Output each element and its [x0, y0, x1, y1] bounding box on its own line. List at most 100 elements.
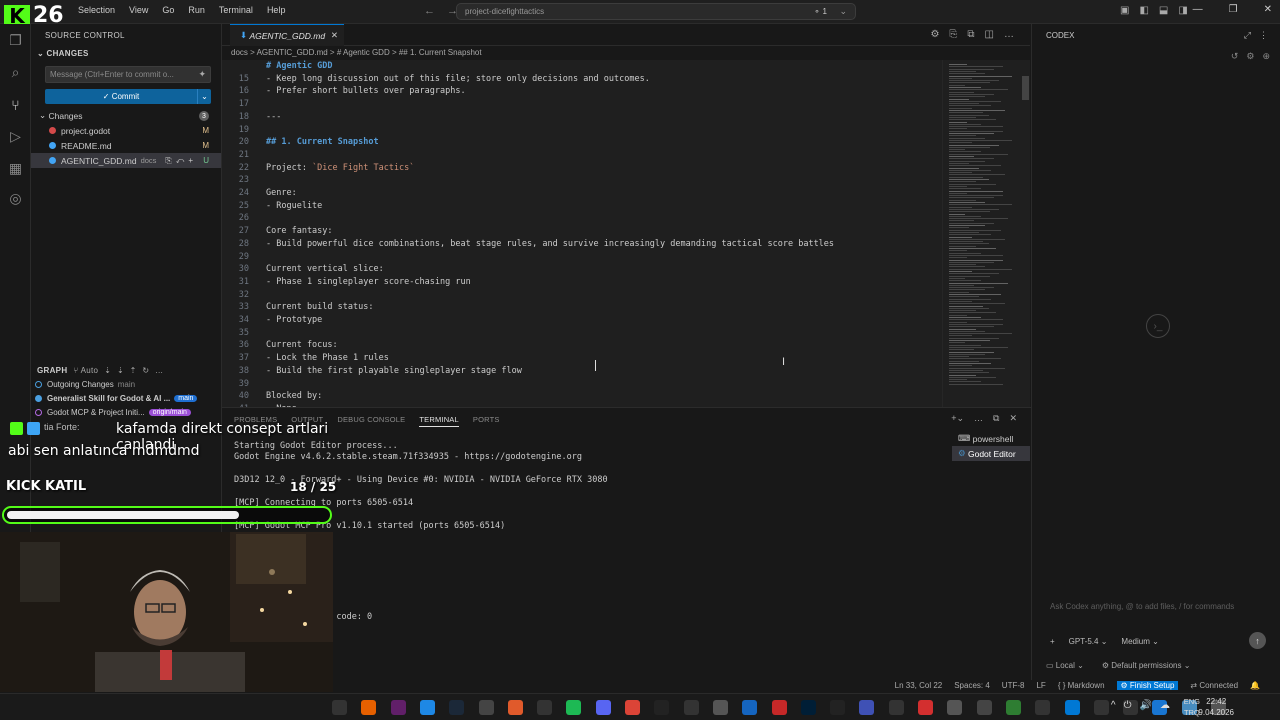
terminal-more-icon[interactable]: … [974, 413, 983, 424]
app-icon[interactable] [742, 700, 758, 715]
tab-agentic-gdd[interactable]: ⬇ AGENTIC_GDD.md ✕ [230, 24, 344, 46]
menu-go[interactable]: Go [162, 5, 174, 15]
explorer-icon[interactable]: ❐ [7, 32, 24, 49]
graph-item[interactable]: Generalist Skill for Godot & AI ... main [35, 394, 221, 403]
tab-ports[interactable]: PORTS [473, 415, 500, 427]
model-selector[interactable]: GPT-5.4 ⌄ [1069, 637, 1108, 646]
codex-action-icon[interactable]: ⚙ [930, 29, 939, 40]
menu-terminal[interactable]: Terminal [219, 5, 253, 15]
commit-dropdown-button[interactable]: ⌄ [197, 89, 211, 104]
figma-icon[interactable] [1035, 700, 1051, 715]
epic-icon[interactable] [830, 700, 846, 715]
stream-deck-icon[interactable] [771, 700, 787, 715]
new-terminal-icon[interactable]: +⌄ [951, 413, 964, 424]
change-item-readme[interactable]: README.md M [31, 138, 221, 153]
terminal-item-powershell[interactable]: ⌨ powershell [952, 431, 1030, 446]
blender-icon[interactable] [947, 700, 963, 715]
graph-item[interactable]: Outgoing Changes main [35, 380, 221, 389]
settings-icon[interactable]: ⚙ [1246, 51, 1254, 62]
menu-view[interactable]: View [129, 5, 148, 15]
new-chat-icon[interactable]: ⊕ [1262, 51, 1270, 62]
search-icon[interactable]: ⌕ [7, 64, 24, 81]
discord-icon[interactable] [595, 700, 611, 715]
commit-message-input[interactable]: Message (Ctrl+Enter to commit o... ✦ [45, 66, 211, 83]
onedrive-icon[interactable]: ☁ [1160, 700, 1170, 711]
minimap[interactable] [942, 60, 1030, 407]
encoding[interactable]: UTF-8 [1002, 681, 1025, 690]
effort-selector[interactable]: Medium ⌄ [1121, 637, 1158, 646]
change-item-project-godot[interactable]: project.godot M [31, 123, 221, 138]
line-ending[interactable]: LF [1036, 681, 1045, 690]
clock[interactable]: 22:42 9.04.2026 [1198, 696, 1234, 718]
cursor-position[interactable]: Ln 33, Col 22 [895, 681, 943, 690]
notifications-icon[interactable]: 🔔 [1250, 681, 1260, 690]
codex-input[interactable]: Ask Codex anything, @ to add files, / fo… [1050, 602, 1270, 611]
send-button[interactable]: ↑ [1249, 632, 1266, 649]
slack-icon[interactable] [390, 700, 406, 715]
clock-app-icon[interactable] [332, 700, 347, 715]
breadcrumb[interactable]: docs > AGENTIC_GDD.md > # Agentic GDD > … [231, 48, 482, 57]
toggle-secondary-sidebar-icon[interactable]: ◨ [1178, 5, 1187, 16]
more-icon[interactable]: ⋮ [1259, 30, 1268, 41]
affinity-icon[interactable] [507, 700, 523, 715]
notion-icon[interactable] [683, 700, 699, 715]
codex-app-icon[interactable] [1093, 700, 1109, 715]
tab-terminal[interactable]: TERMINAL [419, 415, 459, 427]
graph-item[interactable]: Godot MCP & Project Initi... origin/main [35, 408, 221, 417]
back-arrow-icon[interactable]: ← [424, 5, 435, 17]
split-editor-icon[interactable]: ◫ [985, 29, 994, 40]
chevron-down-icon[interactable]: ⌄ [839, 6, 847, 17]
spotify-icon[interactable] [566, 700, 582, 715]
obs-icon[interactable] [888, 700, 904, 715]
command-center[interactable]: project-dicefighttactics ⚬ 1 ⌄ [456, 3, 856, 20]
graph-section-header[interactable]: GRAPH ⑂ Auto ⇣⇣⇡↻… [37, 366, 217, 375]
volume-icon[interactable]: 🔊 [1140, 700, 1152, 711]
indentation[interactable]: Spaces: 4 [954, 681, 990, 690]
menu-help[interactable]: Help [267, 5, 286, 15]
copilot-icon[interactable]: ▣ [1120, 5, 1129, 16]
history-icon[interactable]: ↺ [1231, 51, 1239, 62]
permissions-selector[interactable]: ⚙ Default permissions ⌄ [1102, 661, 1191, 670]
toggle-panel-icon[interactable]: ⬓ [1159, 5, 1168, 16]
language-mode[interactable]: { } Markdown [1058, 681, 1105, 690]
minimize-icon[interactable]: — [1193, 4, 1203, 15]
github-icon[interactable] [537, 700, 553, 715]
extensions-icon[interactable]: ▦ [7, 160, 24, 177]
finish-setup-button[interactable]: ⚙ Finish Setup [1116, 681, 1179, 690]
close-panel-icon[interactable]: ✕ [1009, 413, 1017, 424]
source-control-icon[interactable]: ⑂ [7, 96, 24, 113]
add-context-icon[interactable]: + [1050, 637, 1055, 646]
file-icon[interactable] [712, 700, 728, 715]
tray-overflow-icon[interactable]: ^ [1111, 700, 1116, 711]
sparkle-icon[interactable]: ✦ [198, 69, 206, 80]
menu-run[interactable]: Run [188, 5, 205, 15]
anydesk-icon[interactable] [918, 700, 933, 715]
commit-button[interactable]: ✓ Commit [45, 89, 197, 104]
app2-icon[interactable] [976, 700, 992, 715]
location-selector[interactable]: ▭ Local ⌄ [1046, 661, 1084, 670]
changes-section-header[interactable]: ⌄ CHANGES [37, 49, 89, 58]
maximize-panel-icon[interactable]: ⧉ [993, 413, 999, 424]
run-debug-icon[interactable]: ▷ [7, 128, 24, 145]
terminal-item-godot[interactable]: ⚙ Godot Editor [952, 446, 1030, 461]
open-changes-icon[interactable]: ⎘ [949, 29, 957, 40]
codex-icon[interactable]: ◎ [7, 190, 24, 207]
preview-icon[interactable]: ⧉ [967, 29, 974, 40]
code-editor[interactable]: # Agentic GDD 15 - Keep long discussion ou… [222, 60, 942, 407]
ai-icon[interactable] [859, 700, 875, 715]
close-window-icon[interactable]: ✕ [1264, 4, 1272, 15]
firefox-icon[interactable] [361, 700, 377, 715]
expand-icon[interactable]: ⤢ [1244, 30, 1251, 41]
unity-icon[interactable] [478, 700, 494, 715]
steam-icon[interactable] [449, 700, 465, 715]
vscode-icon[interactable] [1064, 700, 1080, 715]
chrome-icon[interactable] [625, 700, 640, 715]
connection-status[interactable]: ⇄ Connected [1190, 681, 1238, 690]
changes-group[interactable]: ⌄ Changes 3 [31, 108, 221, 123]
restore-icon[interactable]: ❐ [1229, 4, 1238, 15]
edge-icon[interactable] [419, 700, 435, 715]
graph-auto-toggle[interactable]: ⑂ Auto [73, 366, 98, 375]
photoshop-icon[interactable] [800, 700, 816, 715]
graph-actions[interactable]: ⇣⇣⇡↻… [104, 366, 169, 375]
network-icon[interactable]: ⏻ [1124, 700, 1132, 711]
